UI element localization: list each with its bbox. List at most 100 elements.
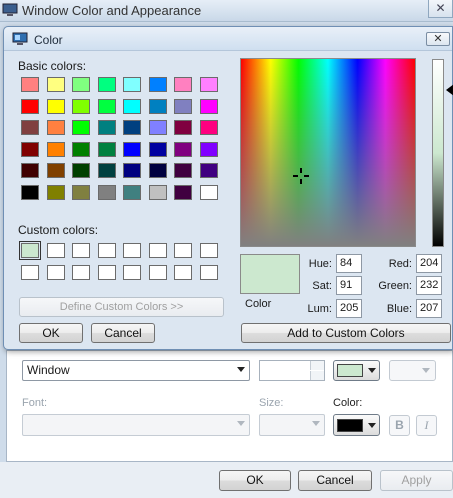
basic-color-swatch[interactable] <box>21 184 39 200</box>
basic-color-swatch[interactable] <box>174 141 192 157</box>
dialog-cancel-button[interactable]: Cancel <box>91 323 155 343</box>
bg-ok-button[interactable]: OK <box>219 470 291 491</box>
custom-color-swatch[interactable] <box>97 265 116 280</box>
font-color-swatch <box>337 419 363 432</box>
basic-color-swatch[interactable] <box>174 163 192 178</box>
basic-color-swatch[interactable] <box>72 77 90 92</box>
custom-color-swatch[interactable] <box>148 243 167 258</box>
basic-color-swatch[interactable] <box>97 120 116 135</box>
basic-color-swatch[interactable] <box>46 141 65 157</box>
basic-color-swatch[interactable] <box>97 77 116 92</box>
spin-up-icon[interactable] <box>310 361 324 370</box>
italic-button[interactable]: I <box>416 415 437 436</box>
basic-color-swatch[interactable] <box>148 77 167 92</box>
dialog-close-button[interactable]: ✕ <box>426 32 450 46</box>
luminosity-arrow-icon[interactable] <box>446 84 453 96</box>
basic-color-swatch[interactable] <box>148 163 167 178</box>
basic-color-swatch[interactable] <box>21 141 39 157</box>
basic-color-swatch[interactable] <box>199 163 218 178</box>
custom-color-swatch[interactable] <box>72 265 90 280</box>
define-custom-colors-button[interactable]: Define Custom Colors >> <box>19 297 224 317</box>
font-size-select[interactable] <box>259 414 325 436</box>
dialog-ok-button[interactable]: OK <box>19 323 83 343</box>
sat-field[interactable]: 91 <box>336 276 362 295</box>
bg-close-button[interactable]: ✕ <box>428 0 453 18</box>
bg-cancel-button[interactable]: Cancel <box>298 470 372 491</box>
basic-color-swatch[interactable] <box>123 163 141 178</box>
add-to-custom-colors-button[interactable]: Add to Custom Colors <box>241 323 451 343</box>
custom-color-swatch[interactable] <box>19 241 41 260</box>
basic-color-swatch[interactable] <box>174 120 192 135</box>
basic-color-swatch[interactable] <box>46 184 65 200</box>
basic-color-swatch[interactable] <box>199 184 218 200</box>
hue-field[interactable]: 84 <box>336 254 362 273</box>
item-color-button[interactable] <box>333 360 380 381</box>
basic-color-swatch[interactable] <box>97 184 116 200</box>
custom-color-swatch[interactable] <box>123 243 141 258</box>
custom-color-swatch[interactable] <box>174 243 192 258</box>
green-label: Green: <box>378 280 412 292</box>
basic-color-swatch[interactable] <box>46 163 65 178</box>
basic-color-swatch[interactable] <box>97 163 116 178</box>
basic-color-swatch[interactable] <box>97 141 116 157</box>
basic-color-swatch[interactable] <box>123 141 141 157</box>
item-select[interactable]: Window <box>22 360 250 381</box>
luminosity-slider[interactable] <box>432 59 444 247</box>
color-spectrum[interactable] <box>240 58 416 247</box>
basic-color-swatch[interactable] <box>199 120 218 135</box>
custom-color-swatch[interactable] <box>72 243 90 258</box>
custom-color-swatch[interactable] <box>46 243 65 258</box>
red-field[interactable]: 204 <box>416 254 442 273</box>
basic-color-swatch[interactable] <box>123 77 141 92</box>
basic-color-swatch[interactable] <box>199 141 218 157</box>
basic-color-swatch[interactable] <box>72 98 90 114</box>
basic-color-swatch[interactable] <box>21 120 39 135</box>
basic-color-swatch[interactable] <box>174 184 192 200</box>
custom-color-swatch[interactable] <box>148 265 167 280</box>
chevron-down-icon <box>237 367 245 372</box>
basic-color-swatch[interactable] <box>46 98 65 114</box>
spin-down-icon[interactable] <box>310 371 324 380</box>
custom-color-swatch[interactable] <box>46 265 65 280</box>
basic-color-swatch[interactable] <box>148 98 167 114</box>
basic-color-swatch[interactable] <box>148 141 167 157</box>
green-field[interactable]: 232 <box>416 276 442 295</box>
monitor-icon <box>2 3 18 16</box>
basic-color-swatch[interactable] <box>21 77 39 92</box>
bold-button[interactable]: B <box>389 415 410 436</box>
blue-field[interactable]: 207 <box>416 299 442 318</box>
basic-color-swatch[interactable] <box>174 77 192 92</box>
custom-color-swatch[interactable] <box>199 243 218 258</box>
custom-color-swatch[interactable] <box>97 243 116 258</box>
custom-color-swatch[interactable] <box>174 265 192 280</box>
basic-color-swatch[interactable] <box>46 77 65 92</box>
basic-color-swatch[interactable] <box>97 98 116 114</box>
basic-color-swatch[interactable] <box>46 120 65 135</box>
item-size-input[interactable] <box>259 360 325 381</box>
basic-color-swatch[interactable] <box>148 120 167 135</box>
chevron-down-icon <box>368 368 376 373</box>
basic-color-swatch[interactable] <box>72 141 90 157</box>
basic-color-swatch[interactable] <box>72 163 90 178</box>
basic-color-swatch[interactable] <box>199 77 218 92</box>
basic-color-swatch[interactable] <box>123 120 141 135</box>
custom-color-swatch[interactable] <box>123 265 141 280</box>
basic-color-swatch[interactable] <box>21 163 39 178</box>
basic-color-swatch[interactable] <box>123 98 141 114</box>
custom-color-swatch[interactable] <box>21 265 39 280</box>
item-color2-button[interactable] <box>389 360 436 381</box>
basic-color-swatch[interactable] <box>21 98 39 114</box>
color-dialog: Color ✕ Basic colors: Custom colors: Col… <box>3 26 453 350</box>
basic-color-swatch[interactable] <box>72 120 90 135</box>
apply-button[interactable]: Apply <box>380 470 453 491</box>
basic-color-swatch[interactable] <box>148 184 167 200</box>
basic-color-swatch[interactable] <box>174 98 192 114</box>
basic-color-swatch[interactable] <box>72 184 90 200</box>
font-select[interactable] <box>22 414 250 436</box>
crosshair-icon[interactable] <box>291 166 311 186</box>
basic-color-swatch[interactable] <box>199 98 218 114</box>
font-color-button[interactable] <box>333 414 380 436</box>
lum-field[interactable]: 205 <box>336 299 362 318</box>
basic-color-swatch[interactable] <box>123 184 141 200</box>
custom-color-swatch[interactable] <box>199 265 218 280</box>
